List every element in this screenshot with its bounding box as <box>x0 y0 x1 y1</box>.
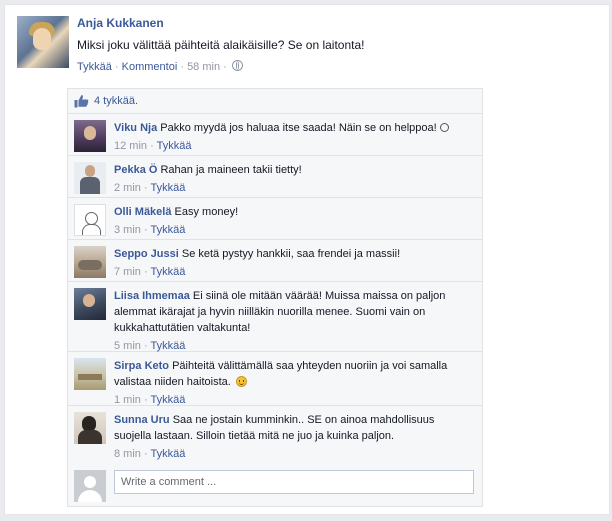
comment-meta: 12 min · Tykkää <box>114 140 192 152</box>
comment-author[interactable]: Sirpa Keto <box>114 360 169 372</box>
comment-time[interactable]: 7 min <box>114 266 141 278</box>
comment-composer <box>68 466 482 506</box>
comment-item: Pekka Ö Rahan ja maineen takii tietty! 2… <box>68 156 482 198</box>
post-comment-link[interactable]: Kommentoi <box>122 61 178 73</box>
comment-time[interactable]: 8 min <box>114 448 141 460</box>
comment-author[interactable]: Olli Mäkelä <box>114 206 171 218</box>
meta-separator: · <box>220 61 230 73</box>
comment-time[interactable]: 1 min <box>114 394 141 406</box>
default-user-avatar-icon <box>74 470 106 502</box>
comment-text: Pakko myydä jos haluaa itse saada! Näin … <box>160 122 437 134</box>
comment-text: Easy money! <box>174 206 239 218</box>
commenter-avatar[interactable] <box>74 288 106 320</box>
comment-body: Pekka Ö Rahan ja maineen takii tietty! 2… <box>114 162 474 196</box>
post-card: Anja Kukkanen Miksi joku välittää päihte… <box>4 4 610 515</box>
post-like-link[interactable]: Tykkää <box>77 61 112 73</box>
comment-item: Sirpa Keto Päihteitä välittämällä saa yh… <box>68 352 482 406</box>
comment-like-link[interactable]: Tykkää <box>150 182 185 194</box>
thumbs-up-icon <box>74 95 89 108</box>
comment-time[interactable]: 12 min <box>114 140 147 152</box>
comment-time[interactable]: 5 min <box>114 340 141 352</box>
comment-body: Sirpa Keto Päihteitä välittämällä saa yh… <box>114 358 474 408</box>
avatar-shoulders <box>78 490 102 502</box>
comment-body: Liisa Ihmemaa Ei siinä ole mitään väärää… <box>114 288 474 354</box>
comment-item: Liisa Ihmemaa Ei siinä ole mitään väärää… <box>68 282 482 352</box>
comment-author[interactable]: Seppo Jussi <box>114 248 179 260</box>
comment-item: Seppo Jussi Se ketä pystyy hankkii, saa … <box>68 240 482 282</box>
commenter-avatar[interactable] <box>74 204 106 236</box>
comment-body: Sunna Uru Saa ne jostain kumminkin.. SE … <box>114 412 474 462</box>
comments-section: 4 tykkää. Viku Nja Pakko myydä jos halua… <box>67 88 483 507</box>
comment-like-link[interactable]: Tykkää <box>150 266 185 278</box>
comment-time[interactable]: 3 min <box>114 224 141 236</box>
meta-separator: · <box>177 61 188 73</box>
comment-input[interactable] <box>114 470 474 494</box>
comment-like-link[interactable]: Tykkää <box>157 140 192 152</box>
comment-time[interactable]: 2 min <box>114 182 141 194</box>
comment-like-link[interactable]: Tykkää <box>150 224 185 236</box>
likes-count[interactable]: 4 tykkää. <box>94 95 138 107</box>
comment-like-link[interactable]: Tykkää <box>150 448 185 460</box>
comment-author[interactable]: Sunna Uru <box>114 414 170 426</box>
meta-separator: · <box>111 61 122 73</box>
avatar-head <box>84 476 96 488</box>
comment-meta: 3 min · Tykkää <box>114 224 186 236</box>
smiley-icon <box>235 376 247 387</box>
comment-author[interactable]: Viku Nja <box>114 122 157 134</box>
comment-body: Seppo Jussi Se ketä pystyy hankkii, saa … <box>114 246 474 280</box>
comment-body: Viku Nja Pakko myydä jos haluaa itse saa… <box>114 120 474 154</box>
comment-meta: 2 min · Tykkää <box>114 182 186 194</box>
commenter-avatar[interactable] <box>74 246 106 278</box>
post-author-name[interactable]: Anja Kukkanen <box>77 16 164 30</box>
comment-item: Viku Nja Pakko myydä jos haluaa itse saa… <box>68 114 482 156</box>
avatar-face <box>33 28 51 50</box>
post-meta: Tykkää · Kommentoi · 58 min · <box>77 60 243 73</box>
comment-text: Se ketä pystyy hankkii, saa frendei ja m… <box>181 248 401 260</box>
comment-item: Olli Mäkelä Easy money! 3 min · Tykkää <box>68 198 482 240</box>
post-author-avatar[interactable] <box>17 16 69 68</box>
commenter-avatar[interactable] <box>74 120 106 152</box>
comment-item: Sunna Uru Saa ne jostain kumminkin.. SE … <box>68 406 482 462</box>
globe-icon[interactable] <box>231 60 243 71</box>
commenter-avatar[interactable] <box>74 412 106 444</box>
comment-like-link[interactable]: Tykkää <box>150 394 185 406</box>
small-smiley-icon <box>439 123 449 132</box>
comment-like-link[interactable]: Tykkää <box>150 340 185 352</box>
post-text: Miksi joku välittää päihteitä alaikäisil… <box>77 38 365 52</box>
commenter-avatar[interactable] <box>74 162 106 194</box>
comment-author[interactable]: Pekka Ö <box>114 164 157 176</box>
likes-summary: 4 tykkää. <box>68 89 482 114</box>
comment-text: Rahan ja maineen takii tietty! <box>160 164 302 176</box>
comment-meta: 8 min · Tykkää <box>114 448 186 460</box>
comment-meta: 7 min · Tykkää <box>114 266 186 278</box>
comment-body: Olli Mäkelä Easy money! 3 min · Tykkää <box>114 204 474 238</box>
commenter-avatar[interactable] <box>74 358 106 390</box>
comment-author[interactable]: Liisa Ihmemaa <box>114 290 190 302</box>
post-timestamp[interactable]: 58 min <box>187 61 220 73</box>
